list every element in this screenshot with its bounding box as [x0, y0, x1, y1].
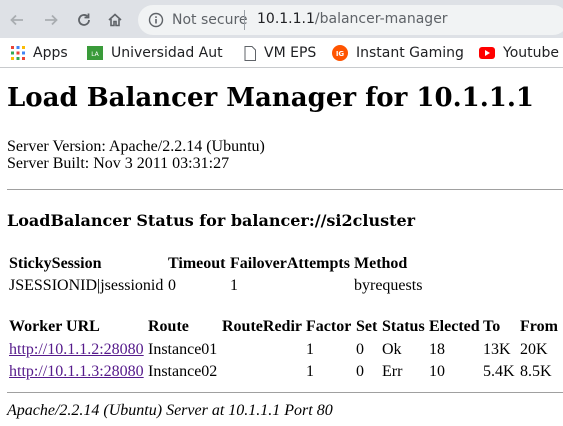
- back-arrow-icon: [10, 14, 23, 26]
- apps-grid-icon: [11, 46, 25, 60]
- document-icon: [244, 45, 256, 61]
- column-header: Elected: [429, 318, 480, 335]
- bookmarks-bar: Apps LA Universidad Aut VM EPS IG Instan…: [0, 38, 563, 68]
- column-header: StickySession: [9, 255, 102, 272]
- column-header: Worker URL: [9, 318, 100, 335]
- column-header: Route: [148, 318, 189, 335]
- bookmark-label: Apps: [33, 45, 68, 61]
- divider: [7, 189, 563, 190]
- youtube-icon: [479, 47, 495, 59]
- page-title: Load Balancer Manager for 10.1.1.1: [7, 83, 535, 113]
- bookmark-vm-eps[interactable]: VM EPS: [244, 44, 316, 62]
- reload-button[interactable]: [73, 9, 95, 31]
- divider: [7, 392, 563, 393]
- table-cell: 1: [306, 341, 314, 358]
- table-cell: Instance02: [148, 363, 218, 380]
- bookmark-label: VM EPS: [264, 45, 317, 61]
- worker-url-link[interactable]: http://10.1.1.3:28080: [9, 363, 144, 381]
- bookmark-apps[interactable]: Apps: [11, 44, 68, 62]
- server-version: Server Version: Apache/2.2.14 (Ubuntu): [7, 138, 265, 155]
- column-header: To: [483, 318, 501, 335]
- table-cell: byrequests: [354, 277, 423, 294]
- home-button[interactable]: [104, 9, 126, 31]
- table-cell: 10: [429, 363, 445, 380]
- url-host: 10.1.1.1: [257, 11, 315, 27]
- reload-icon: [78, 13, 90, 26]
- column-header: From: [520, 318, 558, 335]
- svg-text:LA: LA: [91, 51, 99, 58]
- home-icon: [108, 13, 122, 27]
- page-content: Load Balancer Manager for 10.1.1.1 Serve…: [0, 68, 563, 426]
- table-cell: 0: [356, 363, 364, 380]
- table-cell: 0: [356, 341, 364, 358]
- column-header: Method: [354, 255, 408, 272]
- column-header: Timeout: [168, 255, 226, 272]
- url-path: /balancer-manager: [314, 11, 448, 27]
- column-header: Set: [356, 318, 378, 335]
- table-cell: 5.4K: [483, 363, 515, 380]
- back-button[interactable]: [6, 9, 28, 31]
- info-icon[interactable]: [148, 12, 164, 28]
- forward-arrow-icon: [45, 14, 58, 26]
- status-cell: Ok: [382, 341, 402, 358]
- table-cell: 13K: [483, 341, 511, 358]
- table-cell: 8.5K: [520, 363, 552, 380]
- bookmark-youtube[interactable]: Youtube: [479, 44, 559, 62]
- column-header: RouteRedir: [222, 318, 302, 335]
- column-header: Status: [382, 318, 425, 335]
- table-cell: Instance01: [148, 341, 218, 358]
- browser-toolbar: Not secure 10.1.1.1/balancer-manager: [0, 0, 563, 38]
- table-cell: 0: [168, 277, 176, 294]
- svg-text:IG: IG: [336, 50, 345, 58]
- address-bar[interactable]: Not secure 10.1.1.1/balancer-manager: [138, 5, 563, 35]
- bookmark-label: Instant Gaming: [356, 45, 464, 61]
- column-header: Factor: [306, 318, 352, 335]
- server-built: Server Built: Nov 3 2011 03:31:27: [7, 155, 230, 172]
- address-divider: [244, 10, 245, 30]
- status-cell: Err: [382, 363, 403, 380]
- forward-button[interactable]: [40, 9, 62, 31]
- worker-url-link[interactable]: http://10.1.1.2:28080: [9, 341, 144, 359]
- balancer-heading: LoadBalancer Status for balancer://si2cl…: [7, 211, 416, 230]
- bookmark-universidad[interactable]: LA Universidad Aut: [87, 44, 223, 62]
- bookmark-label: Universidad Aut: [111, 45, 223, 61]
- table-cell: 20K: [520, 341, 548, 358]
- url-text[interactable]: 10.1.1.1/balancer-manager: [257, 11, 448, 27]
- server-footer: Apache/2.2.14 (Ubuntu) Server at 10.1.1.…: [7, 402, 333, 419]
- security-label[interactable]: Not secure: [172, 12, 248, 28]
- column-header: FailoverAttempts: [230, 255, 350, 272]
- table-cell: 1: [306, 363, 314, 380]
- table-cell: 1: [230, 277, 238, 294]
- bookmark-instant-gaming[interactable]: IG Instant Gaming: [332, 44, 464, 62]
- university-icon: LA: [87, 46, 103, 60]
- table-cell: 18: [429, 341, 445, 358]
- table-cell: JSESSIONID|jsessionid: [9, 277, 164, 294]
- instant-gaming-icon: IG: [332, 45, 348, 61]
- bookmark-label: Youtube: [503, 45, 559, 61]
